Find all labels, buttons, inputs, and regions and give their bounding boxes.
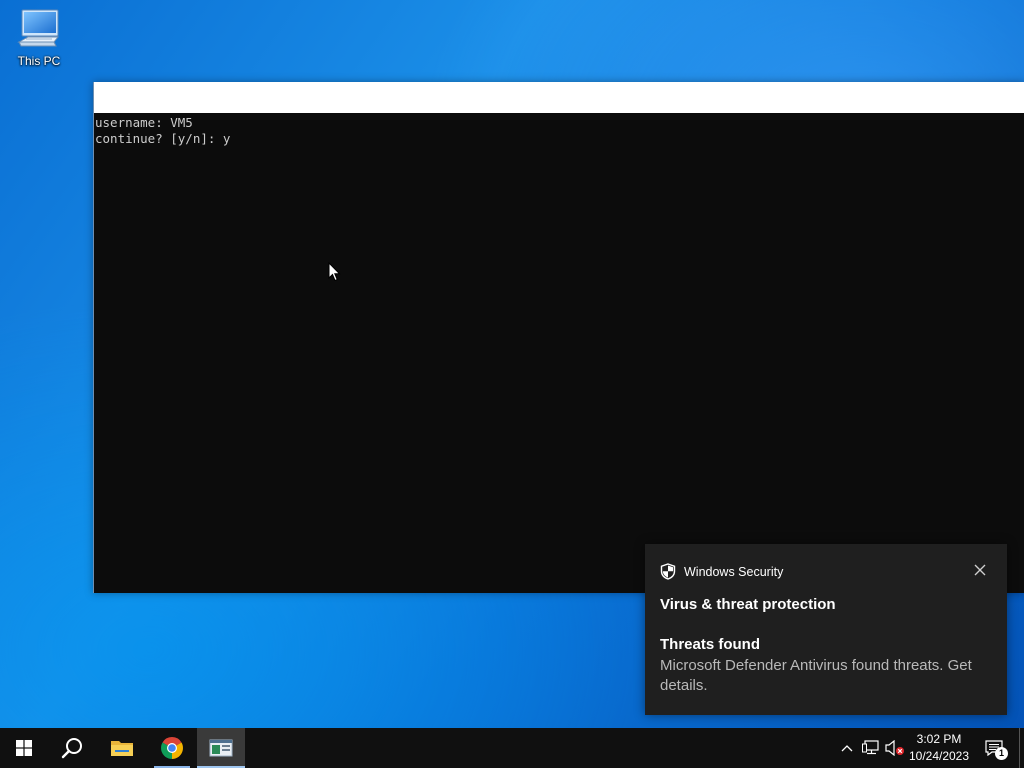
- volume-button[interactable]: [884, 728, 906, 768]
- chrome-icon: [161, 737, 183, 759]
- toast-subtitle: Threats found: [660, 636, 760, 653]
- shield-icon: [660, 563, 676, 580]
- windows-logo-icon: [16, 740, 32, 756]
- console-line: continue? [y/n]: y: [95, 131, 231, 146]
- show-desktop-button[interactable]: [1019, 728, 1024, 768]
- action-center-button[interactable]: 1: [982, 728, 1008, 768]
- start-button[interactable]: [0, 728, 48, 768]
- clock-date: 10/24/2023: [908, 749, 970, 763]
- clock-time: 3:02 PM: [916, 732, 962, 746]
- network-button[interactable]: [860, 728, 882, 768]
- folder-icon: [111, 741, 133, 756]
- search-icon: [61, 738, 82, 759]
- clock[interactable]: 3:02 PM 10/24/2023: [905, 731, 973, 765]
- console-output[interactable]: username: VM5 continue? [y/n]: y: [94, 113, 1024, 149]
- taskbar: 3:02 PM 10/24/2023 1: [0, 728, 1024, 768]
- windows-security-toast[interactable]: Windows Security Virus & threat protecti…: [645, 544, 1007, 715]
- file-explorer-button[interactable]: [98, 728, 146, 768]
- volume-muted-icon: [885, 740, 904, 756]
- toast-title: Virus & threat protection: [660, 596, 836, 613]
- toast-app-name: Windows Security: [684, 564, 784, 579]
- toast-message: Microsoft Defender Antivirus found threa…: [660, 657, 972, 694]
- chevron-up-icon: [841, 745, 853, 752]
- mouse-cursor-icon: [328, 262, 341, 282]
- console-title-bar[interactable]: [94, 82, 1024, 113]
- desktop-icon-this-pc[interactable]: This PC: [10, 8, 68, 68]
- toast-header: Windows Security: [660, 563, 783, 580]
- desktop-icon-label: This PC: [17, 54, 61, 68]
- notification-count-badge: 1: [995, 747, 1008, 760]
- console-line: username: VM5: [95, 115, 193, 130]
- search-button[interactable]: [48, 728, 96, 768]
- show-hidden-icons-button[interactable]: [838, 728, 856, 768]
- console-taskbar-button[interactable]: [197, 728, 245, 768]
- console-app-icon: [209, 739, 233, 757]
- network-icon: [862, 740, 879, 755]
- chrome-button[interactable]: [148, 728, 196, 768]
- console-window[interactable]: username: VM5 continue? [y/n]: y: [93, 82, 1024, 593]
- this-pc-icon: [17, 9, 60, 47]
- close-icon[interactable]: [973, 563, 987, 577]
